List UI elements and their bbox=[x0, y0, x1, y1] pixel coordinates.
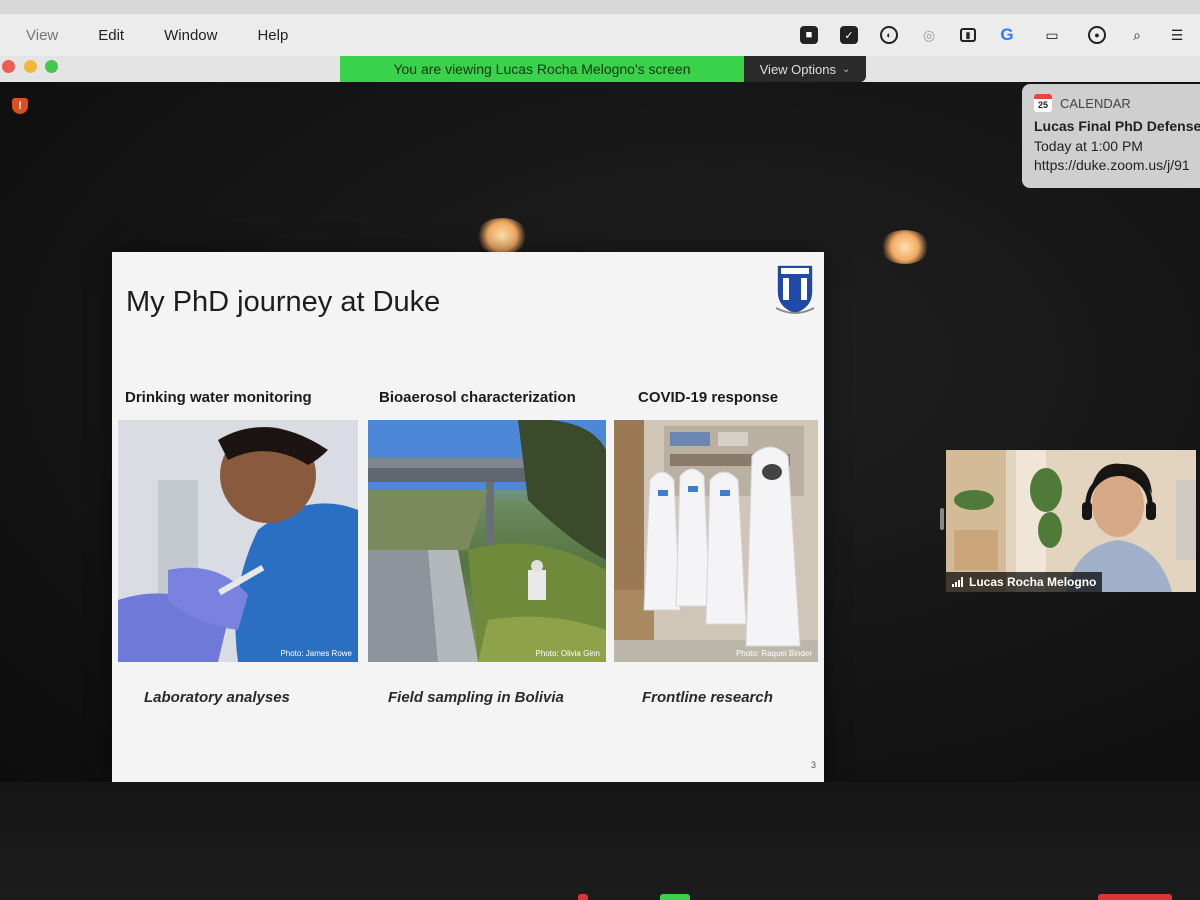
menu-help[interactable]: Help bbox=[257, 27, 288, 44]
photo-credit: Photo: Olivia Ginn bbox=[535, 649, 600, 658]
speaker-name-label: Lucas Rocha Melogno bbox=[946, 572, 1103, 592]
photo-credit: Photo: Raquel Binder bbox=[735, 649, 812, 658]
video-camera-icon[interactable]: ■ bbox=[800, 26, 818, 44]
minimize-window-button[interactable] bbox=[24, 60, 37, 73]
field-photo-illustration bbox=[368, 420, 606, 662]
caption-frontline: Frontline research bbox=[642, 689, 773, 706]
speaker-name: Lucas Rocha Melogno bbox=[969, 575, 1097, 589]
duke-crest-logo bbox=[775, 264, 815, 315]
search-icon[interactable]: ⌕ bbox=[1128, 26, 1146, 44]
spiral-icon[interactable]: ◎ bbox=[920, 26, 938, 44]
screen-recorder-icon[interactable]: ▮ bbox=[960, 28, 976, 42]
vpn-shield-icon[interactable]: G bbox=[998, 25, 1016, 44]
checkmark-icon[interactable]: ✓ bbox=[840, 26, 858, 44]
security-shield-icon[interactable]: ! bbox=[12, 98, 28, 114]
photo-frontline-research: Photo: Raquel Binder bbox=[614, 420, 818, 662]
notification-link[interactable]: https://duke.zoom.us/j/91 bbox=[1034, 157, 1200, 173]
notification-time: Today at 1:00 PM bbox=[1034, 138, 1143, 154]
user-account-icon[interactable]: ● bbox=[1088, 26, 1106, 44]
fullscreen-window-button[interactable] bbox=[45, 60, 58, 73]
photo-laboratory: Photo: James Rowe bbox=[118, 420, 358, 662]
photo-credit: Photo: James Rowe bbox=[280, 649, 352, 658]
ceiling-light-reflection bbox=[880, 230, 930, 264]
battery-icon[interactable]: ▭ bbox=[1038, 26, 1066, 44]
ceiling-light-reflection bbox=[476, 218, 528, 254]
calendar-notification[interactable]: 25 CALENDAR Lucas Final PhD Defense Toda… bbox=[1022, 84, 1200, 188]
slide-page-number: 3 bbox=[810, 760, 816, 770]
screen-share-banner: You are viewing Lucas Rocha Melogno's sc… bbox=[340, 56, 744, 82]
column-heading-drinking-water: Drinking water monitoring bbox=[125, 389, 312, 406]
menu-view[interactable]: View bbox=[26, 27, 58, 44]
slide-title: My PhD journey at Duke bbox=[126, 286, 441, 318]
status-icons: ■ ✓ ◐ ◎ ▮ G ▭ ● ⌕ ☰ bbox=[800, 14, 1186, 56]
notification-badge-peek bbox=[578, 894, 588, 900]
zoom-titlebar: You are viewing Lucas Rocha Melogno's sc… bbox=[0, 56, 1200, 82]
view-options-label: View Options bbox=[759, 61, 836, 77]
view-options-button[interactable]: View Options ⌄ bbox=[744, 56, 866, 82]
menu-window[interactable]: Window bbox=[164, 27, 217, 44]
panel-resize-handle[interactable] bbox=[940, 508, 944, 530]
share-screen-button-peek[interactable] bbox=[660, 894, 690, 900]
notification-title: Lucas Final PhD Defense bbox=[1034, 118, 1200, 134]
chevron-down-icon: ⌄ bbox=[841, 63, 851, 75]
covid-photo-illustration bbox=[614, 420, 818, 662]
control-center-icon[interactable]: ☰ bbox=[1168, 26, 1186, 44]
close-window-button[interactable] bbox=[2, 60, 15, 73]
menu-edit[interactable]: Edit bbox=[98, 27, 124, 44]
speaker-video-illustration bbox=[946, 450, 1196, 592]
menubar: View Edit Window Help ■ ✓ ◐ ◎ ▮ G ▭ ● ⌕ … bbox=[0, 14, 1200, 56]
column-heading-covid: COVID-19 response bbox=[638, 389, 779, 406]
calendar-icon: 25 bbox=[1034, 94, 1052, 112]
column-heading-bioaerosol: Bioaerosol characterization bbox=[379, 389, 576, 406]
speaker-video-tile[interactable]: Lucas Rocha Melogno bbox=[946, 450, 1196, 592]
bottom-reflection-area bbox=[0, 782, 1200, 900]
end-meeting-button-peek[interactable] bbox=[1098, 894, 1172, 900]
compass-icon[interactable]: ◐ bbox=[880, 26, 898, 44]
notification-app-name: CALENDAR bbox=[1060, 95, 1131, 111]
signal-strength-icon bbox=[952, 577, 963, 587]
lab-photo-illustration bbox=[118, 420, 358, 662]
caption-laboratory: Laboratory analyses bbox=[144, 689, 290, 706]
photo-field-sampling: Photo: Olivia Ginn bbox=[368, 420, 606, 662]
notification-header: 25 CALENDAR bbox=[1034, 94, 1200, 112]
caption-field-sampling: Field sampling in Bolivia bbox=[388, 689, 564, 706]
shared-slide: My PhD journey at Duke Drinking water mo… bbox=[112, 252, 824, 782]
